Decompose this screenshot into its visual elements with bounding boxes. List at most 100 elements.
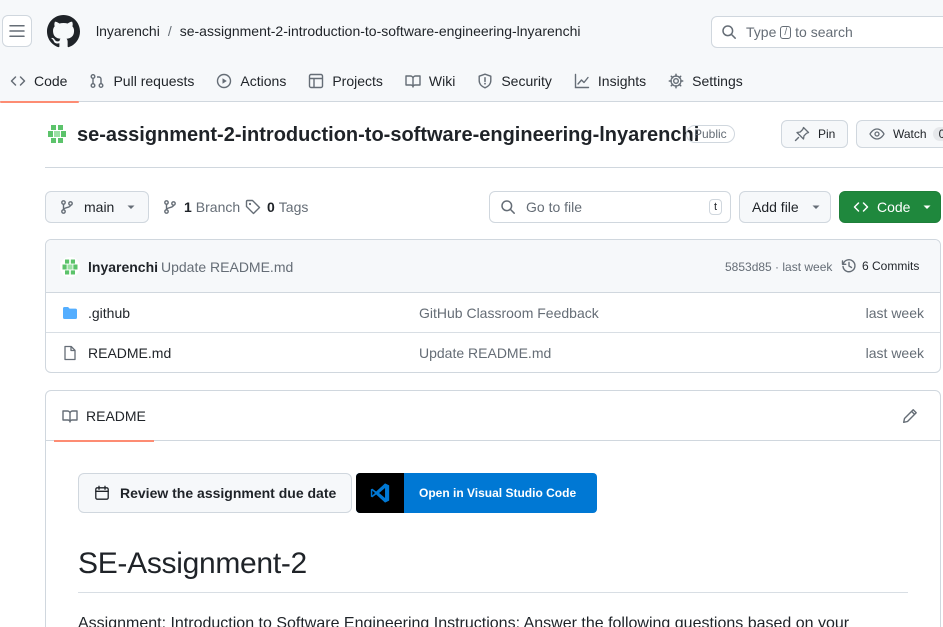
commit-message[interactable]: Update README.md [161,259,293,275]
go-to-file-input[interactable]: Go to file t [489,191,731,223]
commits-link[interactable]: 6 Commits [841,258,919,274]
chevron-down-icon [812,205,820,209]
tab-wiki[interactable]: Wiki [395,60,467,102]
tab-label: Settings [692,73,743,89]
global-search-input[interactable]: Type / to search [711,16,943,48]
branch-name: main [84,199,115,215]
visibility-badge: Public [686,125,735,143]
watch-button[interactable]: Watch 0 [856,120,943,148]
pull-request-icon [90,74,104,88]
author-avatar[interactable] [60,257,80,277]
search-suffix: to search [795,24,853,40]
tab-label: Actions [240,73,287,89]
vscode-label: Open in Visual Studio Code [419,486,577,500]
file-age: last week [865,345,924,361]
file-name[interactable]: README.md [88,345,171,361]
divider [78,592,908,593]
search-icon [722,25,736,39]
repo-owner-avatar[interactable] [45,122,69,146]
branches-link[interactable]: 1 Branch [162,199,240,215]
readme-tab[interactable]: README [54,391,154,442]
file-commit-message[interactable]: Update README.md [419,345,551,361]
chevron-down-icon [923,205,931,209]
commit-sha[interactable]: 5853d85 · last week [725,260,832,274]
graph-icon [574,73,590,89]
file-age: last week [865,305,924,321]
calendar-icon [95,485,109,500]
code-icon [853,202,869,212]
branch-icon [164,200,176,214]
eye-icon [869,128,885,140]
gear-icon [668,73,684,89]
watch-count: 0 [932,127,943,141]
readme-panel: README Review the assignment due date Op… [45,390,941,627]
file-name[interactable]: .github [88,305,130,321]
due-date-label: Review the assignment due date [120,485,337,501]
github-logo-icon[interactable] [47,15,80,48]
pin-icon [794,126,810,142]
tab-projects[interactable]: Projects [298,60,395,102]
add-file-label: Add file [752,199,799,215]
search-prefix: Type [746,24,777,40]
tag-label: Tags [278,199,309,215]
vscode-logo [356,473,404,513]
history-icon [841,259,856,273]
repo-title[interactable]: se-assignment-2-introduction-to-software… [77,124,699,147]
tab-label: Security [501,73,552,89]
go-to-file-placeholder: Go to file [526,199,583,215]
tab-label: Projects [332,73,383,89]
review-due-date-button[interactable]: Review the assignment due date [78,473,352,513]
tab-label: Pull requests [113,73,195,89]
app-header: lnyarenchi / se-assignment-2-introductio… [0,0,943,103]
tag-count: 0 [267,199,275,215]
tab-actions[interactable]: Actions [206,60,298,102]
tab-settings[interactable]: Settings [658,60,755,102]
tab-insights[interactable]: Insights [564,60,658,102]
breadcrumb-owner[interactable]: lnyarenchi [96,23,160,39]
readme-paragraph: Assignment: Introduction to Software Eng… [78,615,850,627]
tab-pull-requests[interactable]: Pull requests [79,60,206,102]
tab-label: Wiki [428,73,456,89]
file-icon [64,345,76,361]
divider [45,167,943,168]
branch-selector[interactable]: main [45,191,149,223]
add-file-button[interactable]: Add file [739,191,831,223]
tab-label: Code [34,73,68,89]
pencil-icon[interactable] [902,408,918,424]
branch-count: 1 [184,199,192,215]
repo-nav-tabs: Code Pull requests Actions Projects Wiki… [0,60,755,103]
breadcrumb-repo[interactable]: se-assignment-2-introduction-to-software… [180,23,581,39]
tab-security[interactable]: Security [467,60,564,102]
chevron-down-icon [127,205,135,209]
readme-tab-label: README [86,408,146,424]
file-table: lnyarenchi Update README.md 5853d85 · la… [45,239,941,373]
code-button[interactable]: Code [839,191,941,223]
book-icon [405,75,421,88]
branch-label: Branch [195,199,241,215]
folder-icon [63,307,77,319]
file-commit-message[interactable]: GitHub Classroom Feedback [419,305,599,321]
breadcrumb: lnyarenchi / se-assignment-2-introductio… [96,23,580,39]
play-icon [217,73,232,89]
tags-link[interactable]: 0 Tags [245,199,308,215]
table-row[interactable]: .github GitHub Classroom Feedback last w… [46,293,940,333]
code-label: Code [877,199,911,215]
commit-author[interactable]: lnyarenchi [88,259,158,275]
open-in-vscode-button[interactable]: Open in Visual Studio Code [356,473,597,513]
branch-icon [61,200,73,214]
go-to-file-shortcut: t [708,199,722,215]
shield-icon [478,73,492,89]
tab-code[interactable]: Code [0,60,80,103]
search-shortcut-key: / [780,25,792,39]
breadcrumb-separator: / [167,23,172,39]
watch-label: Watch [893,127,927,141]
commits-count: 6 Commits [862,259,920,273]
pin-button[interactable]: Pin [781,120,848,148]
menu-button[interactable] [2,15,32,47]
readme-header: README [46,391,940,442]
table-icon [309,73,324,89]
search-icon [501,200,515,214]
code-icon [10,76,26,86]
hamburger-icon [9,25,25,37]
table-row[interactable]: README.md Update README.md last week [46,333,940,372]
